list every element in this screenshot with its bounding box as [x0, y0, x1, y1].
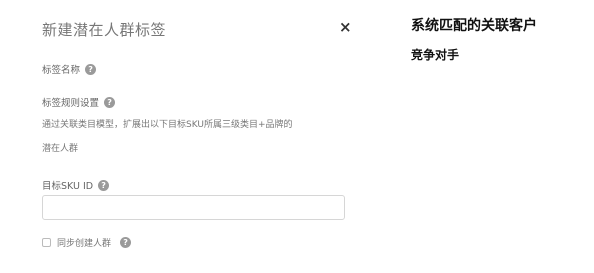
help-icon[interactable]: ? — [120, 237, 132, 248]
related-customers-text: 系统匹配的关联客户 — [411, 18, 537, 34]
tag-name-label-text: 标签名称 — [42, 65, 81, 76]
new-tag-dialog: 新建潜在人群标签 × 标签名称 ? 标签规则设置 ? 通过关联类目模型，扩展出以… — [0, 0, 370, 273]
help-icon[interactable]: ? — [104, 96, 116, 108]
rule-description-line1: 通过关联类目模型，扩展出以下目标SKU所属三级类目+品牌的 — [42, 120, 293, 130]
help-icon[interactable]: ? — [85, 63, 97, 75]
dialog-title: 新建潜在人群标签 — [42, 21, 167, 39]
sku-id-label: 目标SKU ID ? — [42, 178, 110, 192]
rule-description-line2: 潜在人群 — [42, 144, 79, 154]
sku-id-label-text: 目标SKU ID — [42, 181, 94, 192]
competitors-text: 竞争对手 — [411, 48, 460, 62]
sync-create-row[interactable]: 同步创建人群 ? — [42, 236, 132, 249]
sync-create-label: 同步创建人群 — [57, 239, 112, 249]
sku-id-input[interactable] — [42, 195, 345, 220]
rule-settings-label: 标签规则设置 ? — [42, 95, 116, 109]
close-icon[interactable]: × — [339, 18, 352, 36]
rule-settings-label-text: 标签规则设置 — [42, 98, 100, 109]
sync-create-checkbox[interactable] — [42, 238, 51, 247]
tag-name-label: 标签名称 ? — [42, 62, 97, 76]
help-icon[interactable]: ? — [98, 179, 110, 191]
